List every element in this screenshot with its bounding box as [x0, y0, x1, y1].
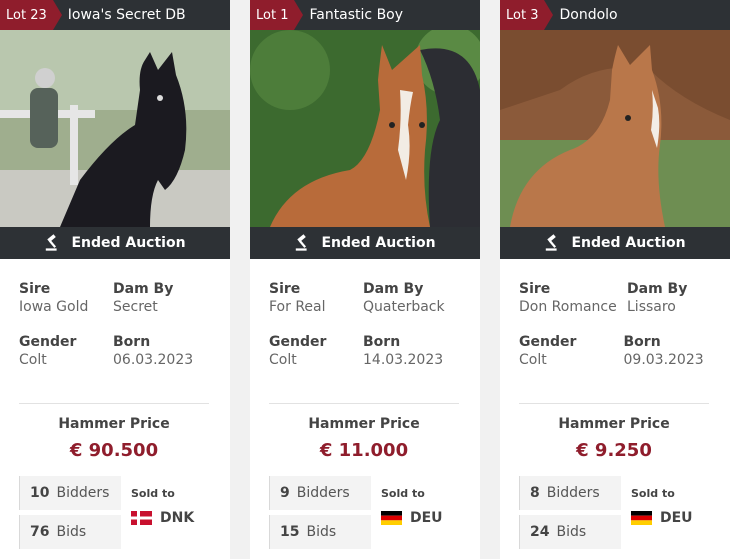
denmark-flag-icon — [131, 511, 152, 525]
sire-label: Sire — [269, 281, 301, 297]
auction-status-bar: Ended Auction — [250, 227, 480, 259]
buyer-country: DNK — [131, 510, 194, 526]
auction-status-bar: Ended Auction — [0, 227, 230, 259]
pedigree-info: Sire For Real Dam By Quaterback Gender C… — [269, 280, 464, 386]
bids-label: Bids — [306, 524, 337, 540]
born-value: 06.03.2023 — [113, 352, 194, 368]
gender-value: Colt — [269, 352, 297, 368]
bids-label: Bids — [56, 524, 87, 540]
bidders-label: Bidders — [546, 485, 600, 501]
gavel-icon — [46, 234, 58, 251]
sire-label: Sire — [19, 281, 51, 297]
bidders-count: 9 Bidders — [269, 476, 371, 510]
country-code: DEU — [660, 510, 693, 526]
hammer-price-value: € 90.500 — [69, 440, 159, 461]
dam-by-label: Dam By — [627, 281, 688, 297]
sold-to-label: Sold to — [131, 487, 175, 500]
bidders-number: 10 — [30, 485, 50, 501]
gender-label: Gender — [519, 334, 577, 350]
divider — [19, 403, 209, 404]
bids-count: 76 Bids — [19, 515, 121, 549]
bids-number: 76 — [30, 524, 50, 540]
country-code: DEU — [410, 510, 443, 526]
gavel-icon — [296, 234, 308, 251]
gender-value: Colt — [519, 352, 547, 368]
gender-label: Gender — [269, 334, 327, 350]
bidders-count: 10 Bidders — [19, 476, 121, 510]
sold-to-label: Sold to — [631, 487, 675, 500]
hammer-price-value: € 9.250 — [576, 440, 652, 461]
gender-value: Colt — [19, 352, 47, 368]
germany-flag-icon — [381, 511, 402, 525]
gavel-icon — [546, 234, 558, 251]
card-header: Lot 3 Dondolo — [500, 0, 730, 30]
bids-number: 15 — [280, 524, 300, 540]
hammer-price-value: € 11.000 — [319, 440, 409, 461]
born-value: 14.03.2023 — [363, 352, 444, 368]
horse-name[interactable]: Dondolo — [559, 7, 617, 23]
card-header: Lot 1 Fantastic Boy — [250, 0, 480, 30]
bids-count: 24 Bids — [519, 515, 621, 549]
horse-photo[interactable] — [250, 30, 480, 227]
buyer-country: DEU — [631, 510, 693, 526]
lot-card[interactable]: Lot 23 Iowa's Secret DB Ended Auction Si… — [0, 0, 230, 559]
dam-by-value: Lissaro — [627, 299, 676, 315]
born-label: Born — [623, 334, 661, 350]
country-code: DNK — [160, 510, 195, 526]
bidders-number: 8 — [530, 485, 540, 501]
bidders-count: 8 Bidders — [519, 476, 621, 510]
dam-by-value: Secret — [113, 299, 158, 315]
pedigree-info: Sire Iowa Gold Dam By Secret Gender Colt… — [19, 280, 214, 386]
dam-by-value: Quaterback — [363, 299, 445, 315]
divider — [519, 403, 709, 404]
hammer-price-label: Hammer Price — [558, 416, 670, 432]
sire-value: Don Romance — [519, 299, 617, 315]
horse-name[interactable]: Iowa's Secret DB — [68, 7, 186, 23]
sold-to-label: Sold to — [381, 487, 425, 500]
auction-status-label: Ended Auction — [571, 235, 686, 251]
lot-number-badge: Lot 3 — [500, 0, 555, 30]
auction-status-label: Ended Auction — [321, 235, 436, 251]
horse-photo[interactable] — [500, 30, 730, 227]
dam-by-label: Dam By — [113, 281, 174, 297]
germany-flag-icon — [631, 511, 652, 525]
sire-value: Iowa Gold — [19, 299, 89, 315]
gender-label: Gender — [19, 334, 77, 350]
hammer-price-label: Hammer Price — [58, 416, 170, 432]
bids-number: 24 — [530, 524, 550, 540]
auction-status-bar: Ended Auction — [500, 227, 730, 259]
buyer-country: DEU — [381, 510, 443, 526]
dam-by-label: Dam By — [363, 281, 424, 297]
sire-value: For Real — [269, 299, 326, 315]
lot-number-badge: Lot 1 — [250, 0, 305, 30]
sire-label: Sire — [519, 281, 551, 297]
born-value: 09.03.2023 — [623, 352, 704, 368]
born-label: Born — [113, 334, 151, 350]
horse-name[interactable]: Fantastic Boy — [309, 7, 403, 23]
hammer-price-label: Hammer Price — [308, 416, 420, 432]
bidders-label: Bidders — [56, 485, 110, 501]
bidders-number: 9 — [280, 485, 290, 501]
horse-photo[interactable] — [0, 30, 230, 227]
divider — [269, 403, 459, 404]
pedigree-info: Sire Don Romance Dam By Lissaro Gender C… — [519, 280, 714, 386]
card-header: Lot 23 Iowa's Secret DB — [0, 0, 230, 30]
bidders-label: Bidders — [296, 485, 350, 501]
lot-card[interactable]: Lot 1 Fantastic Boy Ended Auction Sire F… — [250, 0, 480, 559]
auction-status-label: Ended Auction — [71, 235, 186, 251]
lot-card[interactable]: Lot 3 Dondolo Ended Auction Sire Don Rom… — [500, 0, 730, 559]
born-label: Born — [363, 334, 401, 350]
lot-number-badge: Lot 23 — [0, 0, 62, 30]
bids-count: 15 Bids — [269, 515, 371, 549]
bids-label: Bids — [556, 524, 587, 540]
